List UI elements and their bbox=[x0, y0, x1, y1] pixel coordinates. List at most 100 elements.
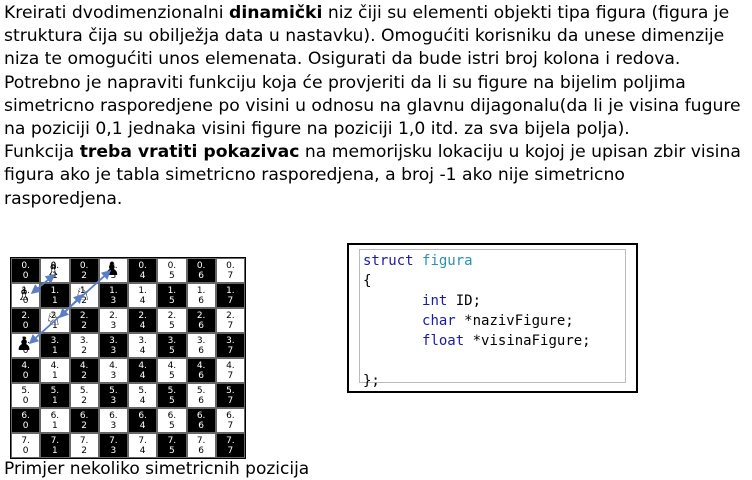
cell-col-label: 5 bbox=[169, 295, 175, 306]
board-cell-6-1: 6. 1 bbox=[40, 408, 70, 433]
board-cell-2-3: 2. 3 bbox=[98, 308, 128, 333]
cell-row-label: 1. bbox=[109, 285, 118, 296]
pawn-icon: ♟ bbox=[103, 259, 120, 280]
cell-col-label: 0 bbox=[22, 320, 29, 331]
cell-row-label: 7. bbox=[79, 435, 89, 446]
board-cell-5-5: 5. 5 bbox=[157, 383, 187, 408]
board-cell-2-7: 2. 7 bbox=[215, 308, 245, 333]
open-brace: { bbox=[363, 273, 372, 289]
cell-col-label: 3 bbox=[110, 345, 117, 356]
cell-col-label: 5 bbox=[169, 445, 175, 456]
cell-col-label: 4 bbox=[139, 395, 146, 406]
text-segment: Kreirati dvodimenzionalni bbox=[4, 3, 230, 23]
board-cell-6-4: 6. 4 bbox=[128, 408, 158, 433]
bishop-icon: ♗ bbox=[45, 259, 62, 280]
cell-row-label: 4. bbox=[21, 360, 30, 371]
cell-row-label: 1. bbox=[138, 285, 147, 296]
cell-row-label: 5. bbox=[21, 385, 30, 396]
board-cell-2-4: 2. 4 bbox=[128, 308, 158, 333]
board-cell-7-6: 7. 6 bbox=[186, 433, 216, 458]
cell-row-label: 2. bbox=[196, 310, 206, 321]
board-cell-5-1: 5. 1 bbox=[40, 383, 70, 408]
board-cell-5-2: 5. 2 bbox=[69, 383, 99, 408]
board-cell-5-0: 5. 0 bbox=[11, 383, 41, 408]
cell-row-label: 0. bbox=[196, 260, 206, 271]
cell-col-label: 7 bbox=[227, 420, 234, 431]
task-paragraph-3: Funkcija treba vratiti pokazivac na memo… bbox=[4, 141, 748, 211]
board-cell-7-1: 7. 1 bbox=[40, 433, 70, 458]
struct-name: figura bbox=[422, 253, 473, 269]
cell-col-label: 3 bbox=[110, 445, 117, 456]
cell-col-label: 5 bbox=[169, 270, 175, 281]
board-cell-4-5: 4. 5 bbox=[157, 358, 187, 383]
cell-row-label: 1. bbox=[167, 285, 177, 296]
cell-col-label: 6 bbox=[198, 270, 204, 281]
board-cell-0-2: 0. 2 bbox=[69, 258, 99, 283]
cell-col-label: 3 bbox=[110, 420, 117, 431]
cell-row-label: 4. bbox=[226, 360, 235, 371]
cell-col-label: 0 bbox=[22, 420, 29, 431]
cell-row-label: 3. bbox=[50, 335, 60, 346]
cell-row-label: 6. bbox=[226, 410, 235, 421]
cell-row-label: 7. bbox=[109, 435, 118, 446]
cell-col-label: 4 bbox=[139, 345, 146, 356]
board-cell-7-2: 7. 2 bbox=[69, 433, 99, 458]
task-paragraph-1: Kreirati dvodimenzionalni dinamički niz … bbox=[4, 2, 748, 72]
board-caption: Primjer nekoliko simetricnih pozicija bbox=[4, 459, 310, 479]
cell-row-label: 2. bbox=[167, 310, 177, 321]
cell-col-label: 7 bbox=[227, 370, 234, 381]
cell-row-label: 5. bbox=[79, 385, 89, 396]
cell-col-label: 0 bbox=[22, 445, 29, 456]
board-cell-0-6: 0. 6 bbox=[186, 258, 216, 283]
board-cell-6-5: 6. 5 bbox=[157, 408, 187, 433]
field-type: int bbox=[422, 293, 448, 309]
board-cell-2-1: 2. 1 ♘ bbox=[40, 308, 70, 333]
cell-row-label: 1. bbox=[196, 285, 206, 296]
board-cell-3-6: 3. 6 bbox=[186, 333, 216, 358]
cell-col-label: 1 bbox=[52, 420, 58, 431]
bold-text: dinamički bbox=[229, 3, 323, 23]
field-type: char bbox=[422, 313, 456, 329]
board-cell-3-3: 3. 3 bbox=[98, 333, 128, 358]
cell-col-label: 5 bbox=[169, 370, 175, 381]
board-cell-5-7: 5. 7 bbox=[215, 383, 245, 408]
board-cell-1-5: 1. 5 bbox=[157, 283, 187, 308]
board-cell-0-1: 0. 1 ♗ bbox=[40, 258, 70, 283]
board-cell-1-7: 1. 7 bbox=[215, 283, 245, 308]
cell-row-label: 1. bbox=[50, 285, 60, 296]
board-cell-4-7: 4. 7 bbox=[215, 358, 245, 383]
cell-row-label: 7. bbox=[138, 435, 147, 446]
cell-row-label: 2. bbox=[138, 310, 147, 321]
cell-row-label: 6. bbox=[21, 410, 30, 421]
cell-col-label: 5 bbox=[169, 345, 175, 356]
cell-col-label: 4 bbox=[139, 270, 146, 281]
cell-col-label: 1 bbox=[52, 395, 58, 406]
board-cell-0-0: 0. 0 bbox=[11, 258, 41, 283]
field-name: ID; bbox=[447, 293, 482, 309]
board-cell-3-1: 3. 1 bbox=[40, 333, 70, 358]
cell-row-label: 2. bbox=[21, 310, 30, 321]
cell-row-label: 7. bbox=[50, 435, 60, 446]
cell-row-label: 0. bbox=[21, 260, 30, 271]
struct-field: float *visinaFigure; bbox=[363, 333, 591, 349]
cell-col-label: 7 bbox=[227, 295, 234, 306]
field-name: *visinaFigure; bbox=[464, 333, 591, 349]
text-segment: Funkcija bbox=[4, 142, 80, 163]
cell-row-label: 2. bbox=[109, 310, 118, 321]
cell-col-label: 2 bbox=[81, 420, 87, 431]
board-cell-1-1: 1. 1 bbox=[40, 283, 70, 308]
knight-icon: ♘ bbox=[74, 284, 91, 305]
cell-row-label: 4. bbox=[79, 360, 89, 371]
cell-row-label: 6. bbox=[167, 410, 177, 421]
board-cell-1-6: 1. 6 bbox=[186, 283, 216, 308]
cell-col-label: 0 bbox=[22, 370, 29, 381]
board-cell-6-2: 6. 2 bbox=[69, 408, 99, 433]
board-cell-7-0: 7. 0 bbox=[11, 433, 41, 458]
board-cell-0-3: 0. 3 ♟ bbox=[98, 258, 128, 283]
cell-row-label: 4. bbox=[196, 360, 206, 371]
pawn-icon: ♟ bbox=[16, 334, 33, 355]
board-cell-6-3: 6. 3 bbox=[98, 408, 128, 433]
cell-row-label: 6. bbox=[109, 410, 118, 421]
board-cell-0-7: 0. 7 bbox=[215, 258, 245, 283]
board-cell-1-2: 1. 2 ♘ bbox=[69, 283, 99, 308]
